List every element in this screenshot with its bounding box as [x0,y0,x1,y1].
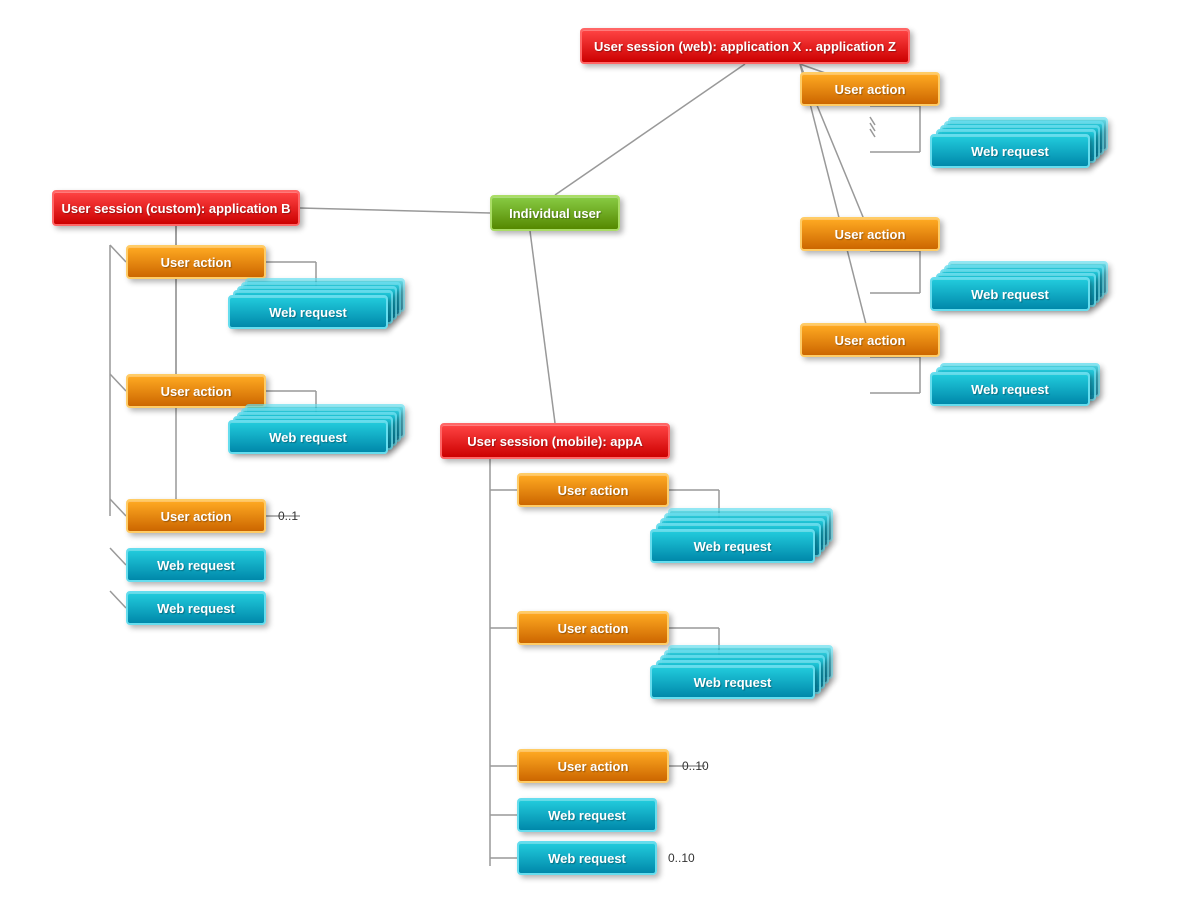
wr-custom3a[interactable]: Web request [126,548,266,582]
wr-custom2-label: Web request [269,430,347,445]
ua-web3-label: User action [835,333,906,348]
wr-mobile1-label: Web request [694,539,772,554]
wr-mobile3b[interactable]: Web request [517,841,657,875]
wr-web3-front[interactable]: Web request [930,372,1090,406]
ua-web1-node[interactable]: User action [800,72,940,106]
wr-custom3b-label: Web request [157,601,235,616]
wr-mobile3a[interactable]: Web request [517,798,657,832]
wr-custom1-front[interactable]: Web request [228,295,388,329]
session-web-node[interactable]: User session (web): application X .. app… [580,28,910,64]
wr-mobile2-label: Web request [694,675,772,690]
wr-mobile2-front[interactable]: Web request [650,665,815,699]
multiplicity-mobile-wr: 0..10 [668,851,695,865]
ua-mobile1-label: User action [558,483,629,498]
wr-web3-label: Web request [971,382,1049,397]
multiplicity-custom3: 0..1 [278,509,298,523]
ua-web3-node[interactable]: User action [800,323,940,357]
multiplicity-mobile3: 0..10 [682,759,709,773]
wr-web1-label: Web request [971,144,1049,159]
session-custom-node[interactable]: User session (custom): application B [52,190,300,226]
ua-mobile2-node[interactable]: User action [517,611,669,645]
ua-mobile3-label: User action [558,759,629,774]
ua-web1-label: User action [835,82,906,97]
ua-custom3-node[interactable]: User action [126,499,266,533]
ua-custom2-node[interactable]: User action [126,374,266,408]
session-custom-label: User session (custom): application B [62,201,291,216]
wr-mobile3b-label: Web request [548,851,626,866]
ua-mobile3-node[interactable]: User action [517,749,669,783]
ua-mobile2-label: User action [558,621,629,636]
individual-user-node[interactable]: Individual user [490,195,620,231]
session-web-label: User session (web): application X .. app… [594,39,896,54]
ua-web2-label: User action [835,227,906,242]
ua-custom3-label: User action [161,509,232,524]
wr-custom3b[interactable]: Web request [126,591,266,625]
ua-custom2-label: User action [161,384,232,399]
ua-custom1-node[interactable]: User action [126,245,266,279]
session-mobile-node[interactable]: User session (mobile): appA [440,423,670,459]
wr-web1-front[interactable]: Web request [930,134,1090,168]
session-mobile-label: User session (mobile): appA [467,434,643,449]
ua-web2-node[interactable]: User action [800,217,940,251]
wr-custom2-front[interactable]: Web request [228,420,388,454]
wr-web2-front[interactable]: Web request [930,277,1090,311]
wr-web2-label: Web request [971,287,1049,302]
ua-mobile1-node[interactable]: User action [517,473,669,507]
wr-mobile1-front[interactable]: Web request [650,529,815,563]
wr-mobile3a-label: Web request [548,808,626,823]
wr-custom1-label: Web request [269,305,347,320]
ua-custom1-label: User action [161,255,232,270]
individual-user-label: Individual user [509,206,601,221]
wr-custom3a-label: Web request [157,558,235,573]
